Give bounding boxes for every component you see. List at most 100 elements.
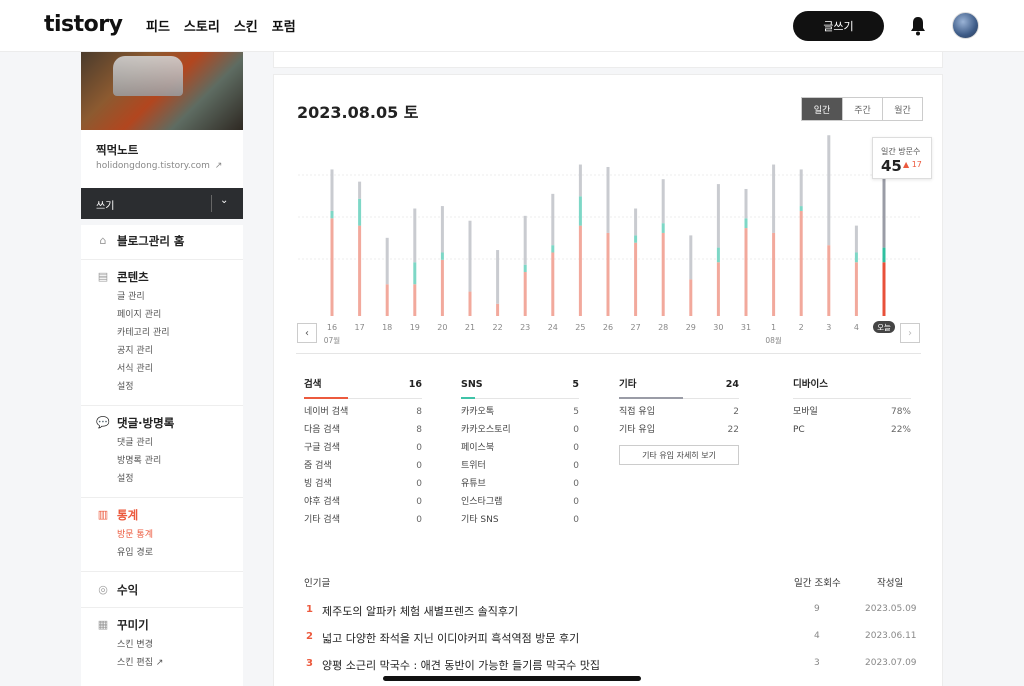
- bar-segment-검색[interactable]: [634, 242, 638, 316]
- sidebar-item-notice-manage[interactable]: 공지 관리: [117, 342, 243, 360]
- tistory-logo[interactable]: tistory: [44, 12, 123, 37]
- bar-segment-SNS[interactable]: [440, 252, 444, 260]
- sidebar-item-contents[interactable]: ▤ 콘텐츠: [96, 269, 243, 285]
- chevron-down-icon[interactable]: ⌄: [220, 195, 228, 206]
- sidebar-item-comment-manage[interactable]: 댓글 관리: [117, 434, 243, 452]
- sidebar-item-skin-edit[interactable]: 스킨 편집 ↗: [117, 654, 243, 672]
- bar-segment-기타[interactable]: [744, 188, 748, 219]
- sidebar-item-stats[interactable]: ▥ 통계: [96, 507, 243, 523]
- nav-feed[interactable]: 피드: [146, 16, 170, 35]
- sidebar-item-referrer[interactable]: 유입 경로: [117, 544, 243, 562]
- bar-segment-검색[interactable]: [772, 232, 776, 316]
- external-link-icon: ↗: [155, 658, 164, 668]
- source-underline: [619, 397, 683, 399]
- blog-url-link[interactable]: holidongdong.tistory.com ↗: [96, 161, 222, 171]
- bar-segment-검색[interactable]: [496, 303, 500, 316]
- bar-segment-기타[interactable]: [578, 164, 582, 197]
- bar-segment-검색[interactable]: [854, 262, 858, 316]
- bar-segment-SNS[interactable]: [799, 206, 803, 211]
- bar-segment-검색[interactable]: [358, 225, 362, 316]
- blog-name[interactable]: 찍먹노트: [96, 142, 138, 158]
- bar-segment-SNS[interactable]: [716, 247, 720, 263]
- nav-story[interactable]: 스토리: [184, 16, 220, 35]
- sidebar-item-comments[interactable]: 💬 댓글·방명록: [96, 415, 243, 431]
- bar-segment-SNS[interactable]: [634, 235, 638, 243]
- bar-segment-SNS[interactable]: [744, 218, 748, 229]
- sidebar-item-comment-settings[interactable]: 설정: [117, 470, 243, 488]
- write-dropdown[interactable]: 쓰기 ⌄: [81, 188, 243, 219]
- bar-segment-기타[interactable]: [496, 250, 500, 304]
- sidebar-item-decorate[interactable]: ▦ 꾸미기: [96, 617, 243, 633]
- bell-icon[interactable]: [908, 15, 928, 37]
- sidebar-item-category-manage[interactable]: 카테고리 관리: [117, 324, 243, 342]
- bar-segment-검색[interactable]: [661, 232, 665, 316]
- chart-prev-button[interactable]: ‹: [297, 323, 317, 343]
- bar-segment-검색[interactable]: [523, 272, 527, 316]
- bar-segment-기타[interactable]: [854, 225, 858, 253]
- bar-segment-검색[interactable]: [799, 210, 803, 316]
- bar-segment-기타[interactable]: [440, 206, 444, 253]
- bar-segment-기타[interactable]: [358, 181, 362, 199]
- bar-segment-SNS[interactable]: [523, 264, 527, 273]
- bar-segment-검색[interactable]: [385, 284, 389, 316]
- sidebar-item-template-manage[interactable]: 서식 관리: [117, 360, 243, 378]
- bar-segment-기타[interactable]: [606, 166, 610, 233]
- sidebar-section-revenue[interactable]: ◎ 수익: [81, 572, 243, 608]
- bar-segment-기타[interactable]: [468, 220, 472, 292]
- sidebar-item-post-manage[interactable]: 글 관리: [117, 288, 243, 306]
- source-row: 빙 검색 0: [304, 475, 422, 493]
- bar-segment-검색[interactable]: [606, 232, 610, 316]
- bar-segment-SNS[interactable]: [358, 198, 362, 226]
- bar-segment-SNS[interactable]: [413, 262, 417, 285]
- popular-post-row[interactable]: 2 넓고 다양한 좌석을 지닌 이디야커피 흑석역점 방문 후기 4 2023.06.…: [304, 628, 917, 648]
- sidebar-item-visit-stats[interactable]: 방문 통계: [117, 526, 243, 544]
- sidebar-item-guestbook-manage[interactable]: 방명록 관리: [117, 452, 243, 470]
- bar-segment-검색[interactable]: [578, 225, 582, 316]
- daily-visits-tooltip: 일간 방문수 45 ▲ 17: [872, 137, 932, 179]
- bar-segment-기타[interactable]: [413, 208, 417, 263]
- bar-segment-기타[interactable]: [799, 169, 803, 207]
- bar-segment-SNS[interactable]: [551, 245, 555, 253]
- sidebar-section-home[interactable]: ⌂ 블로그관리 홈: [81, 225, 243, 260]
- post-title[interactable]: 제주도의 알파카 체험 새별프렌즈 솔직후기: [322, 603, 518, 619]
- bar-segment-검색[interactable]: [744, 228, 748, 316]
- post-title[interactable]: 양평 소근리 막국수 : 애견 동반이 가능한 들기름 막국수 맛집: [322, 657, 600, 673]
- bar-segment-SNS[interactable]: [661, 223, 665, 233]
- bar-segment-기타[interactable]: [661, 179, 665, 224]
- bar-segment-기타[interactable]: [827, 135, 831, 246]
- bar-segment-검색[interactable]: [882, 262, 886, 316]
- bar-segment-SNS[interactable]: [330, 210, 334, 219]
- bar-segment-검색[interactable]: [440, 259, 444, 316]
- popular-post-row[interactable]: 1 제주도의 알파카 체험 새별프렌즈 솔직후기 9 2023.05.09: [304, 601, 917, 621]
- bar-segment-기타[interactable]: [330, 169, 334, 211]
- bar-segment-기타[interactable]: [551, 193, 555, 246]
- other-inflow-detail-button[interactable]: 기타 유입 자세히 보기: [619, 445, 739, 465]
- bar-segment-기타[interactable]: [689, 235, 693, 280]
- bar-segment-검색[interactable]: [330, 218, 334, 316]
- profile-avatar[interactable]: [952, 12, 979, 39]
- bar-segment-SNS[interactable]: [882, 247, 886, 263]
- bar-segment-기타[interactable]: [772, 164, 776, 233]
- nav-forum[interactable]: 포럼: [272, 16, 296, 35]
- bar-segment-검색[interactable]: [716, 262, 720, 316]
- bar-segment-검색[interactable]: [551, 252, 555, 316]
- source-row-value: 0: [573, 497, 579, 507]
- bar-segment-기타[interactable]: [385, 237, 389, 285]
- bar-segment-기타[interactable]: [523, 215, 527, 265]
- bar-segment-검색[interactable]: [468, 291, 472, 316]
- bar-segment-검색[interactable]: [689, 279, 693, 316]
- bar-segment-검색[interactable]: [827, 245, 831, 316]
- bar-segment-검색[interactable]: [413, 284, 417, 316]
- sidebar-item-page-manage[interactable]: 페이지 관리: [117, 306, 243, 324]
- nav-skin[interactable]: 스킨: [234, 16, 258, 35]
- post-title[interactable]: 넓고 다양한 좌석을 지닌 이디야커피 흑석역점 방문 후기: [322, 630, 579, 646]
- sidebar-item-content-settings[interactable]: 설정: [117, 378, 243, 396]
- bar-segment-SNS[interactable]: [578, 196, 582, 226]
- popular-post-row[interactable]: 3 양평 소근리 막국수 : 애견 동반이 가능한 들기름 막국수 맛집 3 2023…: [304, 655, 917, 675]
- sidebar-item-skin-change[interactable]: 스킨 변경: [117, 636, 243, 654]
- write-post-button[interactable]: 글쓰기: [793, 11, 884, 41]
- bar-segment-SNS[interactable]: [854, 252, 858, 263]
- chart-next-button[interactable]: ›: [900, 323, 920, 343]
- bar-segment-기타[interactable]: [716, 184, 720, 248]
- bar-segment-기타[interactable]: [634, 208, 638, 236]
